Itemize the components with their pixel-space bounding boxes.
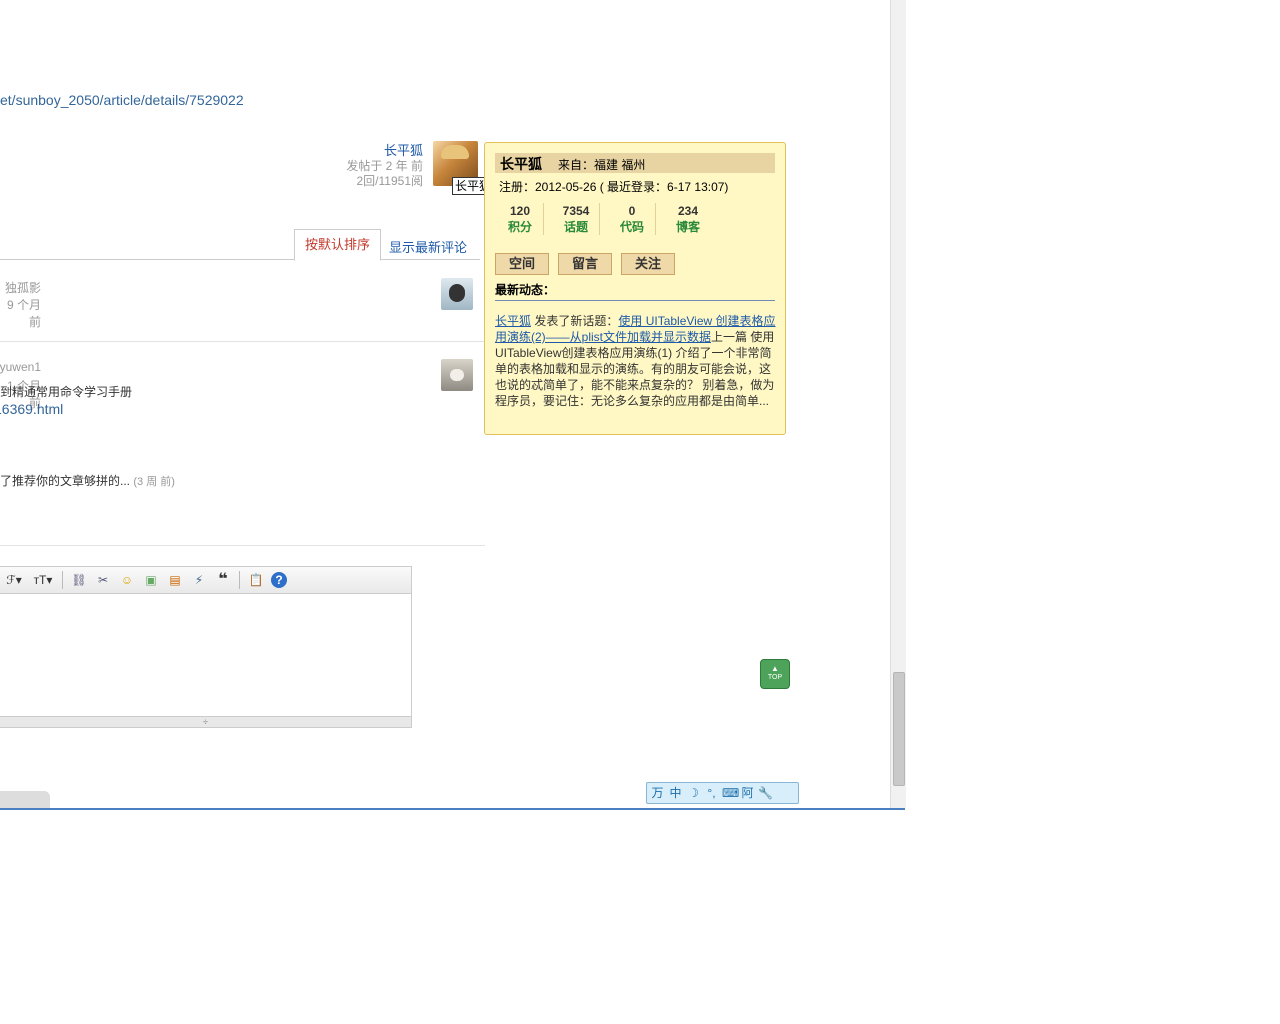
comment-editor: ℱ▾ тT▾ ⛓ ✂ ☺ ▣ ▤ ⚡ ❝ 📋 ? ÷ [0,566,412,728]
tab-default-sort[interactable]: 按默认排序 [294,229,381,261]
picture-icon[interactable]: ▤ [166,571,184,589]
stat-label: 博客 [675,220,700,234]
font-size-button[interactable]: тT▾ [31,571,55,589]
toolbar-separator [239,571,240,589]
ime-halfwidth-icon[interactable]: ☽ [686,786,701,801]
back-to-top-button[interactable]: ▲ TOP [760,659,790,689]
ime-keyboard-icon[interactable]: ⌨ [722,786,739,801]
author-meta: 发帖于 2 年 前 2回/11951阅 [346,159,423,189]
latest-user-link[interactable]: 长平狐 [495,314,531,328]
ime-chinese-mode-icon[interactable]: 中 [668,786,683,801]
latest-activity: 长平狐 发表了新话题：使用 UITableView 创建表格应用演练(2)——从… [495,313,777,409]
stat-label: 话题 [563,220,588,234]
editor-textarea[interactable] [0,594,411,716]
user-card-register: 注册：2012-05-26 ( 最近登录：6-17 13:07) [499,180,729,194]
toolbar-separator [62,571,63,589]
stat-label: 积分 [507,220,532,234]
reply-excerpt-time: (3 周 前) [133,476,175,488]
unlink-icon[interactable]: ✂ [94,571,112,589]
link-icon[interactable]: ⛓ [70,571,88,589]
author-name-link[interactable]: 长平狐 [384,140,423,159]
space-button[interactable]: 空间 [495,253,549,275]
post-stats: 2回/11951阅 [356,174,424,188]
latest-activity-title: 最新动态： [495,283,556,297]
ime-logo-icon[interactable]: 万 [650,786,665,801]
reply-excerpt: 了推荐你的文章够拼的... (3 周 前) [0,472,175,489]
user-card-header: 长平狐 来自：福建 福州 [495,153,775,173]
font-family-button[interactable]: ℱ▾ [3,571,25,589]
comment-time-1: 9 个月 前 [6,298,41,329]
footer-rule [0,808,905,810]
user-card-popup: 长平狐 来自：福建 福州 注册：2012-05-26 ( 最近登录：6-17 1… [484,142,786,435]
scrollbar-thumb[interactable] [893,672,905,786]
arrow-up-icon: ▲ [771,664,779,673]
flash-icon[interactable]: ⚡ [190,571,208,589]
comment-text-2: 到精通常用命令学习手册 [0,385,133,399]
top-label: TOP [767,674,783,681]
editor-resize-handle[interactable]: ÷ [0,716,411,727]
ime-settings-icon[interactable]: 🔧 [758,786,773,801]
comment-avatar-2[interactable] [441,359,473,391]
stat-topics[interactable]: 7354 话题 [549,203,603,235]
stat-number: 234 [677,204,699,218]
tab-latest-comments[interactable]: 显示最新评论 [389,237,467,256]
comment-user-2[interactable]: suyuwen1 [0,360,41,374]
stat-number: 120 [509,204,531,218]
comment-link-2[interactable]: 16369.html [0,401,63,417]
stat-divider [599,203,600,235]
paste-icon[interactable]: 📋 [247,571,265,589]
post-time: 发帖于 2 年 前 [346,159,423,173]
comment-user-1[interactable]: 独孤影 [5,279,41,296]
stat-number: 0 [628,204,636,218]
smiley-icon[interactable]: ☺ [118,571,136,589]
editor-toolbar: ℱ▾ тT▾ ⛓ ✂ ☺ ▣ ▤ ⚡ ❝ 📋 ? [0,567,411,594]
ime-toolbar: 万 中 ☽ °, ⌨ 阿 🔧 [646,782,799,804]
stat-points[interactable]: 120 积分 [493,203,547,235]
image-icon[interactable]: ▣ [142,571,160,589]
help-icon[interactable]: ? [271,572,287,588]
user-card-name[interactable]: 长平狐 [500,154,542,174]
latest-verb: 发表了新话题： [534,314,619,328]
message-button[interactable]: 留言 [558,253,612,275]
comment-divider [0,341,485,342]
stat-number: 7354 [562,204,590,218]
user-card-location: 来自：福建 福州 [558,158,646,172]
footer-tab[interactable] [0,791,50,808]
ime-punctuation-icon[interactable]: °, [704,786,719,801]
stat-label: 代码 [619,220,644,234]
sort-tabs-rule [0,259,480,260]
stat-code[interactable]: 0 代码 [605,203,659,235]
ime-skin-icon[interactable]: 阿 [740,786,755,801]
latest-activity-rule [495,300,775,301]
reply-excerpt-text[interactable]: 了推荐你的文章够拼的... [0,474,130,488]
follow-button[interactable]: 关注 [621,253,675,275]
article-url[interactable]: et/sunboy_2050/article/details/7529022 [0,92,244,108]
stat-blogs[interactable]: 234 博客 [661,203,715,235]
comment-avatar-1[interactable] [441,278,473,310]
stat-divider [543,203,544,235]
editor-divider [0,545,485,546]
quote-icon[interactable]: ❝ [214,571,232,589]
stat-divider [655,203,656,235]
